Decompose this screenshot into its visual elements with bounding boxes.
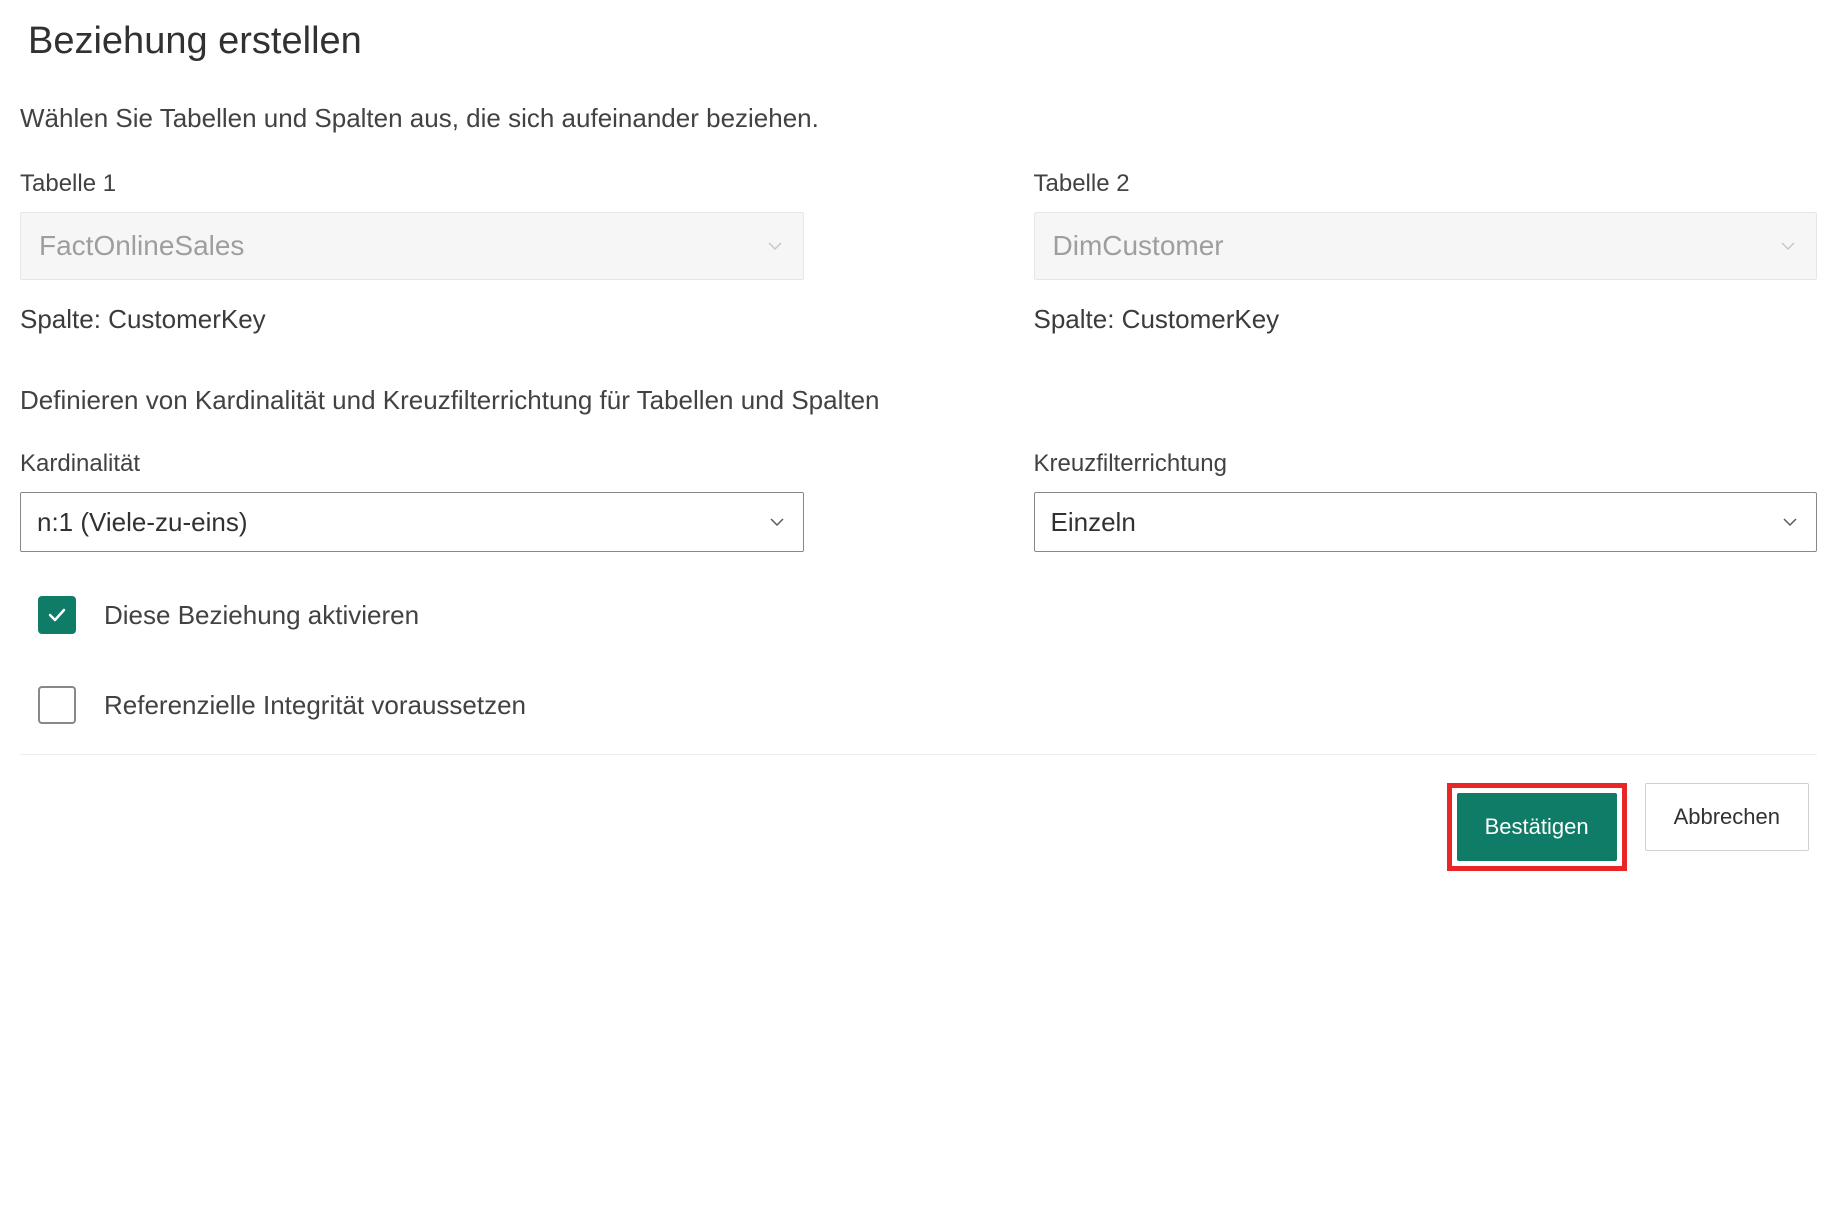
table1-group: Tabelle 1 FactOnlineSales Spalte: Custom… <box>20 170 804 335</box>
chevron-down-icon <box>1778 236 1798 256</box>
cardinality-group: Kardinalität n:1 (Viele-zu-eins) <box>20 450 804 552</box>
table1-value: FactOnlineSales <box>39 230 244 262</box>
activate-checkbox-row: Diese Beziehung aktivieren <box>38 596 1817 634</box>
cancel-button[interactable]: Abbrechen <box>1645 783 1809 851</box>
table-selection-row: Tabelle 1 FactOnlineSales Spalte: Custom… <box>20 170 1817 335</box>
options-row: Kardinalität n:1 (Viele-zu-eins) Kreuzfi… <box>20 450 1817 552</box>
confirm-highlight: Bestätigen <box>1447 783 1627 871</box>
table2-select[interactable]: DimCustomer <box>1034 212 1818 280</box>
chevron-down-icon <box>765 236 785 256</box>
table1-column: Spalte: CustomerKey <box>20 304 804 335</box>
referential-checkbox[interactable] <box>38 686 76 724</box>
table1-label: Tabelle 1 <box>20 170 804 198</box>
cardinality-value: n:1 (Viele-zu-eins) <box>37 507 248 538</box>
activate-checkbox[interactable] <box>38 596 76 634</box>
table2-group: Tabelle 2 DimCustomer Spalte: CustomerKe… <box>1034 170 1818 335</box>
table2-column: Spalte: CustomerKey <box>1034 304 1818 335</box>
table2-value: DimCustomer <box>1053 230 1224 262</box>
crossfilter-label: Kreuzfilterrichtung <box>1034 450 1818 478</box>
referential-label: Referenzielle Integrität voraussetzen <box>104 690 526 721</box>
crossfilter-select[interactable]: Einzeln <box>1034 492 1818 552</box>
chevron-down-icon <box>1780 512 1800 532</box>
crossfilter-group: Kreuzfilterrichtung Einzeln <box>1034 450 1818 552</box>
activate-label: Diese Beziehung aktivieren <box>104 600 419 631</box>
dialog-title: Beziehung erstellen <box>28 20 1817 63</box>
table2-label: Tabelle 2 <box>1034 170 1818 198</box>
define-heading: Definieren von Kardinalität und Kreuzfil… <box>20 385 1817 416</box>
confirm-button[interactable]: Bestätigen <box>1457 793 1617 861</box>
cardinality-select[interactable]: n:1 (Viele-zu-eins) <box>20 492 804 552</box>
cardinality-label: Kardinalität <box>20 450 804 478</box>
table1-select[interactable]: FactOnlineSales <box>20 212 804 280</box>
chevron-down-icon <box>767 512 787 532</box>
referential-checkbox-row: Referenzielle Integrität voraussetzen <box>38 686 1817 724</box>
crossfilter-value: Einzeln <box>1051 507 1136 538</box>
dialog-footer: Bestätigen Abbrechen <box>20 754 1817 899</box>
dialog-subtitle: Wählen Sie Tabellen und Spalten aus, die… <box>20 103 1817 134</box>
create-relationship-dialog: Beziehung erstellen Wählen Sie Tabellen … <box>20 20 1817 899</box>
check-icon <box>45 603 69 627</box>
